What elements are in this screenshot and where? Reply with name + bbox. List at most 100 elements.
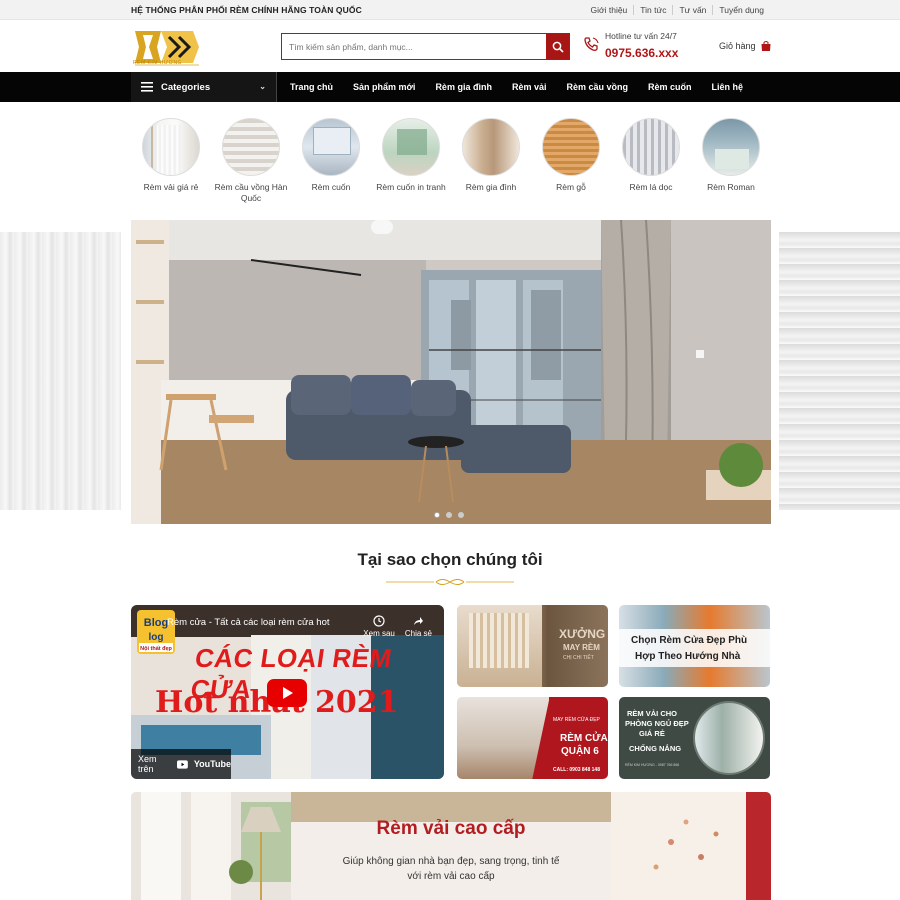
youtube-label: YouTube (193, 759, 231, 769)
video-title[interactable]: Rèm cửa - Tất cả các loại rèm cửa hot (167, 617, 330, 628)
search-input[interactable] (282, 34, 546, 59)
tile-text: CHỐNG NẮNG (629, 744, 682, 753)
watch-later-button[interactable]: Xem sau (363, 615, 395, 638)
category-label: Rèm lá dọc (629, 182, 673, 192)
hamburger-icon (141, 82, 153, 92)
site-header: RÈM KIM HƯƠNG Hotline tư vấn 24/7 0975.6… (0, 20, 900, 72)
category-item-home[interactable]: Rèm gia đình (451, 118, 531, 193)
main-nav: Categories ⌄ Trang chủ Sản phẩm mới Rèm … (0, 72, 900, 102)
tile-text: PHÒNG NGỦ ĐẸP (625, 719, 689, 728)
search-bar (281, 33, 570, 60)
search-button[interactable] (546, 34, 569, 59)
category-item-wood[interactable]: Rèm gỗ (531, 118, 611, 193)
category-item-roller[interactable]: Rèm cuốn (291, 118, 371, 193)
channel-sub-text: Nội thất đẹp (140, 645, 172, 652)
top-bar: HỆ THỐNG PHÂN PHỐI RÈM CHÍNH HÃNG TOÀN Q… (0, 0, 900, 20)
category-thumb (702, 118, 760, 176)
top-link-about[interactable]: Giới thiệu (585, 5, 634, 15)
nav-item-new-products[interactable]: Sản phẩm mới (343, 82, 425, 92)
tile-text: CHỊ CHI TIẾT (563, 655, 594, 661)
top-link-news[interactable]: Tin tức (633, 5, 672, 15)
nav-item-fabric-curtains[interactable]: Rèm vải (502, 82, 557, 92)
tile-text: GIÁ RẺ (639, 729, 665, 738)
slider-dot[interactable] (458, 512, 464, 518)
nav-item-home[interactable]: Trang chủ (280, 82, 343, 92)
play-button[interactable] (267, 679, 307, 707)
category-thumb (622, 118, 680, 176)
hotline[interactable]: Hotline tư vấn 24/7 0975.636.xxx (583, 30, 693, 64)
slider-dot[interactable] (434, 512, 440, 518)
tile-text: MAY RÈM CỬA ĐẸP (553, 717, 600, 723)
tile-text: Chọn Rèm Cửa Đẹp Phù (631, 635, 748, 646)
hotline-number[interactable]: 0975.636.xxx (605, 46, 678, 60)
cart-link[interactable]: Giỏ hàng (719, 40, 772, 52)
watch-later-label: Xem sau (363, 629, 395, 638)
phone-icon (584, 37, 599, 51)
category-item-zebra[interactable]: Rèm cầu vồng Hàn Quốc (211, 118, 291, 203)
logo-text: RÈM KIM HƯƠNG (133, 60, 182, 66)
clock-icon (373, 615, 385, 627)
tile-text: MAY RÈM (563, 643, 600, 652)
category-label: Rèm gia đình (465, 182, 517, 192)
hotline-label: Hotline tư vấn 24/7 (605, 31, 677, 41)
promo-description: Giúp không gian nhà bạn đẹp, sang trọng,… (342, 856, 560, 882)
category-item-printed-roller[interactable]: Rèm cuốn in tranh (371, 118, 451, 193)
category-thumb (302, 118, 360, 176)
nav-item-home-curtains[interactable]: Rèm gia đình (425, 82, 502, 92)
prev-slide-preview[interactable] (0, 232, 121, 510)
nav-menu: Trang chủ Sản phẩm mới Rèm gia đình Rèm … (280, 72, 753, 102)
post-tile-district-6[interactable]: MAY RÈM CỬA ĐẸP RÈM CỬA QUẬN 6 CALL: 090… (457, 697, 608, 779)
tile-text: QUẬN 6 (561, 746, 599, 757)
youtube-video[interactable]: Blog log Nội thất đẹp Rèm cửa - Tất cả c… (131, 605, 444, 779)
category-item-vertical[interactable]: Rèm lá dọc (611, 118, 691, 193)
hero-banner[interactable] (131, 220, 771, 524)
category-label: Rèm cầu vồng Hàn Quốc (214, 182, 288, 203)
slider-dot[interactable] (446, 512, 452, 518)
nav-item-zebra-blinds[interactable]: Rèm cầu vồng (556, 82, 638, 92)
nav-item-roller-blinds[interactable]: Rèm cuốn (638, 82, 702, 92)
tile-text: XƯỞNG (559, 627, 606, 641)
tile-text: Hợp Theo Hướng Nhà (635, 651, 741, 662)
next-slide-preview[interactable] (779, 232, 900, 510)
tile-text: RÈM KIM HƯƠNG - 0987 766 866 (625, 763, 680, 767)
watch-on-youtube[interactable]: Xem trên YouTube (131, 749, 231, 779)
category-thumb (542, 118, 600, 176)
share-label: Chia sẻ (404, 629, 432, 638)
tile-text: RÈM VẢI CHO (627, 709, 678, 718)
category-thumb (222, 118, 280, 176)
top-tagline: HỆ THỐNG PHÂN PHỐI RÈM CHÍNH HÃNG TOÀN Q… (131, 5, 362, 15)
categories-label: Categories (161, 81, 211, 93)
top-links: Giới thiệu Tin tức Tư vấn Tuyển dụng (585, 5, 770, 15)
category-circles: Rèm vải giá rẻ Rèm cầu vồng Hàn Quốc Rèm… (131, 118, 771, 208)
youtube-logo-icon (176, 759, 188, 769)
share-button[interactable]: Chia sẻ (405, 615, 432, 638)
promo-banner[interactable]: Rèm vải cao cấp Giúp không gian nhà bạn … (131, 792, 771, 900)
video-actions: Xem sau Chia sẻ (363, 615, 432, 638)
cart-label: Giỏ hàng (719, 41, 756, 51)
living-room-image (131, 220, 771, 524)
post-tile-workshop[interactable]: XƯỞNG MAY RÈM CHỊ CHI TIẾT (457, 605, 608, 687)
category-label: Rèm cuốn (311, 182, 351, 192)
category-item-fabric-cheap[interactable]: Rèm vải giá rẻ (131, 118, 211, 193)
category-thumb (142, 118, 200, 176)
category-thumb (382, 118, 440, 176)
tile-text: CALL: 0903 848 148 (553, 767, 600, 773)
category-label: Rèm gỗ (556, 182, 586, 192)
post-tile-choose-curtain[interactable]: Chọn Rèm Cửa Đẹp Phù Hợp Theo Hướng Nhà (619, 605, 770, 687)
post-tile-bedroom[interactable]: RÈM VẢI CHO PHÒNG NGỦ ĐẸP GIÁ RẺ CHỐNG N… (619, 697, 770, 779)
search-icon (552, 41, 564, 53)
play-icon (283, 687, 293, 699)
tile-text: RÈM CỬA (560, 733, 608, 744)
categories-dropdown[interactable]: Categories ⌄ (131, 72, 277, 102)
svg-text:log: log (149, 632, 164, 643)
section-title: Tại sao chọn chúng tôi (357, 550, 543, 569)
category-thumb (462, 118, 520, 176)
watch-on-label: Xem trên (138, 754, 157, 774)
nav-item-contact[interactable]: Liên hệ (702, 82, 754, 92)
category-label: Rèm Roman (707, 182, 755, 192)
top-link-consult[interactable]: Tư vấn (672, 5, 712, 15)
category-item-roman[interactable]: Rèm Roman (691, 118, 771, 193)
ornament-divider-icon (386, 579, 514, 585)
shopping-bag-icon (761, 41, 771, 51)
top-link-jobs[interactable]: Tuyển dụng (712, 5, 770, 15)
